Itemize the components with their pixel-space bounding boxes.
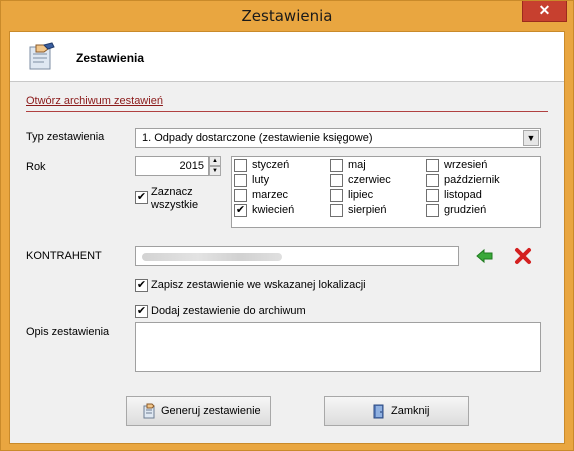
report-type-label: Typ zestawienia bbox=[26, 131, 105, 143]
month-label: listopad bbox=[444, 189, 482, 201]
select-all-checkbox[interactable]: ✔ bbox=[135, 191, 148, 204]
title-bar[interactable]: Zestawienia ✕ bbox=[1, 1, 573, 31]
month-label: marzec bbox=[252, 189, 289, 201]
month-checkbox[interactable] bbox=[330, 174, 343, 187]
generate-report-button[interactable]: Generuj zestawienie bbox=[126, 396, 271, 426]
chevron-down-icon[interactable]: ▼ bbox=[523, 130, 539, 146]
months-list: styczeń luty marzec ✔ kwiecień maj czerw… bbox=[231, 156, 541, 228]
month-checkbox[interactable] bbox=[330, 204, 343, 217]
header-band: Zestawienia bbox=[10, 32, 564, 82]
month-checkbox[interactable] bbox=[426, 174, 439, 187]
generate-button-label: Generuj zestawienie bbox=[161, 405, 261, 417]
month-label: lipiec bbox=[348, 189, 374, 201]
save-location-label: Zapisz zestawienie we wskazanej lokaliza… bbox=[151, 279, 366, 291]
month-label: czerwiec bbox=[348, 174, 391, 186]
contractor-value-redacted bbox=[142, 253, 282, 261]
close-button-label: Zamknij bbox=[391, 405, 430, 417]
month-checkbox[interactable] bbox=[426, 189, 439, 202]
month-checkbox[interactable] bbox=[426, 204, 439, 217]
divider bbox=[26, 111, 548, 112]
month-checkbox[interactable] bbox=[234, 159, 247, 172]
window-title: Zestawienia bbox=[241, 7, 333, 25]
description-textarea[interactable] bbox=[135, 322, 541, 372]
window-close-button[interactable]: ✕ bbox=[522, 1, 567, 22]
spin-up-icon[interactable]: ▲ bbox=[209, 156, 221, 166]
year-input[interactable]: 2015 bbox=[135, 156, 209, 176]
month-label: maj bbox=[348, 159, 366, 171]
exit-door-icon bbox=[371, 403, 387, 419]
month-label: luty bbox=[252, 174, 270, 186]
report-icon bbox=[141, 403, 157, 419]
delete-icon[interactable] bbox=[514, 247, 532, 265]
month-label: grudzień bbox=[444, 204, 487, 216]
report-type-select[interactable]: 1. Odpady dostarczone (zestawienie księg… bbox=[135, 128, 541, 148]
arrow-left-icon[interactable] bbox=[476, 248, 494, 264]
close-button[interactable]: Zamknij bbox=[324, 396, 469, 426]
add-archive-checkbox[interactable]: ✔ bbox=[135, 305, 148, 318]
month-checkbox[interactable] bbox=[234, 174, 247, 187]
month-checkbox[interactable] bbox=[330, 189, 343, 202]
month-label: kwiecień bbox=[252, 204, 295, 216]
dialog-client-area: Zestawienia Otwórz archiwum zestawień Ty… bbox=[9, 31, 565, 444]
month-label: styczeń bbox=[252, 159, 290, 171]
open-archive-link[interactable]: Otwórz archiwum zestawień bbox=[26, 95, 163, 107]
save-location-checkbox[interactable]: ✔ bbox=[135, 279, 148, 292]
month-label: wrzesień bbox=[444, 159, 488, 171]
description-label: Opis zestawienia bbox=[26, 326, 110, 338]
dialog-window: Zestawienia ✕ Zestawienia Otwórz archiwu… bbox=[0, 0, 574, 451]
month-checkbox[interactable] bbox=[330, 159, 343, 172]
spin-down-icon[interactable]: ▼ bbox=[209, 166, 221, 176]
document-hand-icon bbox=[24, 41, 56, 73]
header-title: Zestawienia bbox=[76, 51, 145, 65]
month-label: październik bbox=[444, 174, 500, 186]
select-all-label-line1: Zaznacz bbox=[151, 186, 193, 198]
year-label: Rok bbox=[26, 161, 46, 173]
contractor-label: KONTRAHENT bbox=[26, 250, 102, 262]
month-label: sierpień bbox=[348, 204, 387, 216]
month-checkbox[interactable] bbox=[234, 189, 247, 202]
select-all-label-line2: wszystkie bbox=[151, 199, 199, 211]
month-checkbox[interactable] bbox=[426, 159, 439, 172]
add-archive-label: Dodaj zestawienie do archiwum bbox=[151, 305, 306, 317]
month-checkbox[interactable]: ✔ bbox=[234, 204, 247, 217]
contractor-field[interactable] bbox=[135, 246, 459, 266]
report-type-value: 1. Odpady dostarczone (zestawienie księg… bbox=[142, 132, 373, 144]
year-stepper[interactable]: 2015 ▲ ▼ bbox=[135, 156, 223, 176]
